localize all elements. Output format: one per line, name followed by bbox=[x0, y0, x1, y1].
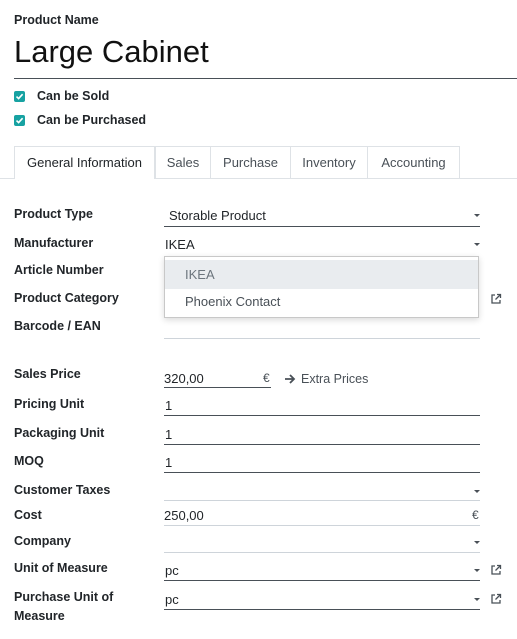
chevron-down-icon bbox=[474, 243, 480, 246]
packaging-unit-label: Packaging Unit bbox=[14, 426, 105, 440]
moq-underline bbox=[164, 472, 480, 473]
extra-prices-button[interactable]: Extra Prices bbox=[301, 372, 368, 386]
external-link-icon[interactable] bbox=[490, 293, 502, 305]
packaging-unit-input[interactable]: 1 bbox=[165, 427, 172, 442]
check-icon bbox=[15, 93, 24, 100]
product-category-label: Product Category bbox=[14, 291, 119, 305]
arrow-right-icon[interactable] bbox=[284, 373, 296, 385]
product-type-select[interactable]: Storable Product bbox=[169, 208, 266, 223]
external-link-icon[interactable] bbox=[490, 564, 502, 576]
chevron-down-icon bbox=[474, 490, 480, 493]
product-type-label: Product Type bbox=[14, 207, 93, 221]
product-name-underline bbox=[14, 78, 517, 79]
purchase-uom-select[interactable]: pc bbox=[165, 592, 179, 607]
chevron-down-icon bbox=[474, 569, 480, 572]
can-be-purchased-label: Can be Purchased bbox=[37, 113, 147, 127]
company-label: Company bbox=[14, 534, 71, 548]
sales-price-label: Sales Price bbox=[14, 367, 81, 381]
can-be-sold-checkbox[interactable] bbox=[14, 91, 25, 102]
moq-input[interactable]: 1 bbox=[165, 455, 172, 470]
sales-price-underline bbox=[164, 387, 271, 388]
purchase-uom-label-line1: Purchase Unit of bbox=[14, 590, 114, 604]
product-name-input[interactable]: Large Cabinet bbox=[14, 34, 209, 70]
article-number-label: Article Number bbox=[14, 263, 104, 277]
purchase-uom-label-line2: Measure bbox=[14, 609, 65, 623]
manufacturer-dropdown: IKEA Phoenix Contact bbox=[164, 256, 479, 318]
product-name-label: Product Name bbox=[14, 13, 99, 27]
tab-purchase[interactable]: Purchase bbox=[210, 146, 291, 178]
packaging-unit-underline bbox=[164, 444, 480, 445]
uom-label: Unit of Measure bbox=[14, 561, 108, 575]
pricing-unit-label: Pricing Unit bbox=[14, 397, 85, 411]
cost-underline bbox=[164, 525, 480, 526]
sales-price-input[interactable]: 320,00 bbox=[164, 371, 204, 386]
pricing-unit-underline bbox=[164, 415, 480, 416]
company-input[interactable] bbox=[164, 552, 480, 553]
tab-accounting[interactable]: Accounting bbox=[367, 146, 460, 178]
tab-general-information[interactable]: General Information bbox=[14, 146, 155, 179]
external-link-icon[interactable] bbox=[490, 593, 502, 605]
purchase-uom-underline bbox=[164, 609, 480, 610]
tab-inventory[interactable]: Inventory bbox=[290, 146, 368, 178]
can-be-purchased-checkbox[interactable] bbox=[14, 115, 25, 126]
barcode-label: Barcode / EAN bbox=[14, 319, 101, 333]
tab-sales[interactable]: Sales bbox=[155, 146, 211, 178]
uom-underline bbox=[164, 580, 480, 581]
product-type-underline bbox=[164, 226, 480, 227]
uom-select[interactable]: pc bbox=[165, 563, 179, 578]
chevron-down-icon bbox=[474, 214, 480, 217]
cost-label: Cost bbox=[14, 508, 42, 522]
cost-currency-symbol: € bbox=[472, 508, 479, 522]
customer-taxes-label: Customer Taxes bbox=[14, 483, 111, 497]
currency-symbol: € bbox=[263, 371, 270, 385]
chevron-down-icon bbox=[474, 541, 480, 544]
can-be-sold-label: Can be Sold bbox=[37, 89, 110, 103]
manufacturer-label: Manufacturer bbox=[14, 236, 94, 250]
check-icon bbox=[15, 117, 24, 124]
barcode-underline[interactable] bbox=[164, 338, 480, 339]
moq-label: MOQ bbox=[14, 454, 44, 468]
dropdown-option-phoenix-contact[interactable]: Phoenix Contact bbox=[165, 287, 478, 316]
cost-input[interactable]: 250,00 bbox=[164, 508, 204, 523]
manufacturer-input[interactable]: IKEA bbox=[165, 237, 195, 252]
pricing-unit-input[interactable]: 1 bbox=[165, 398, 172, 413]
chevron-down-icon bbox=[474, 598, 480, 601]
customer-taxes-input[interactable] bbox=[164, 500, 480, 501]
dropdown-option-ikea[interactable]: IKEA bbox=[165, 260, 478, 289]
